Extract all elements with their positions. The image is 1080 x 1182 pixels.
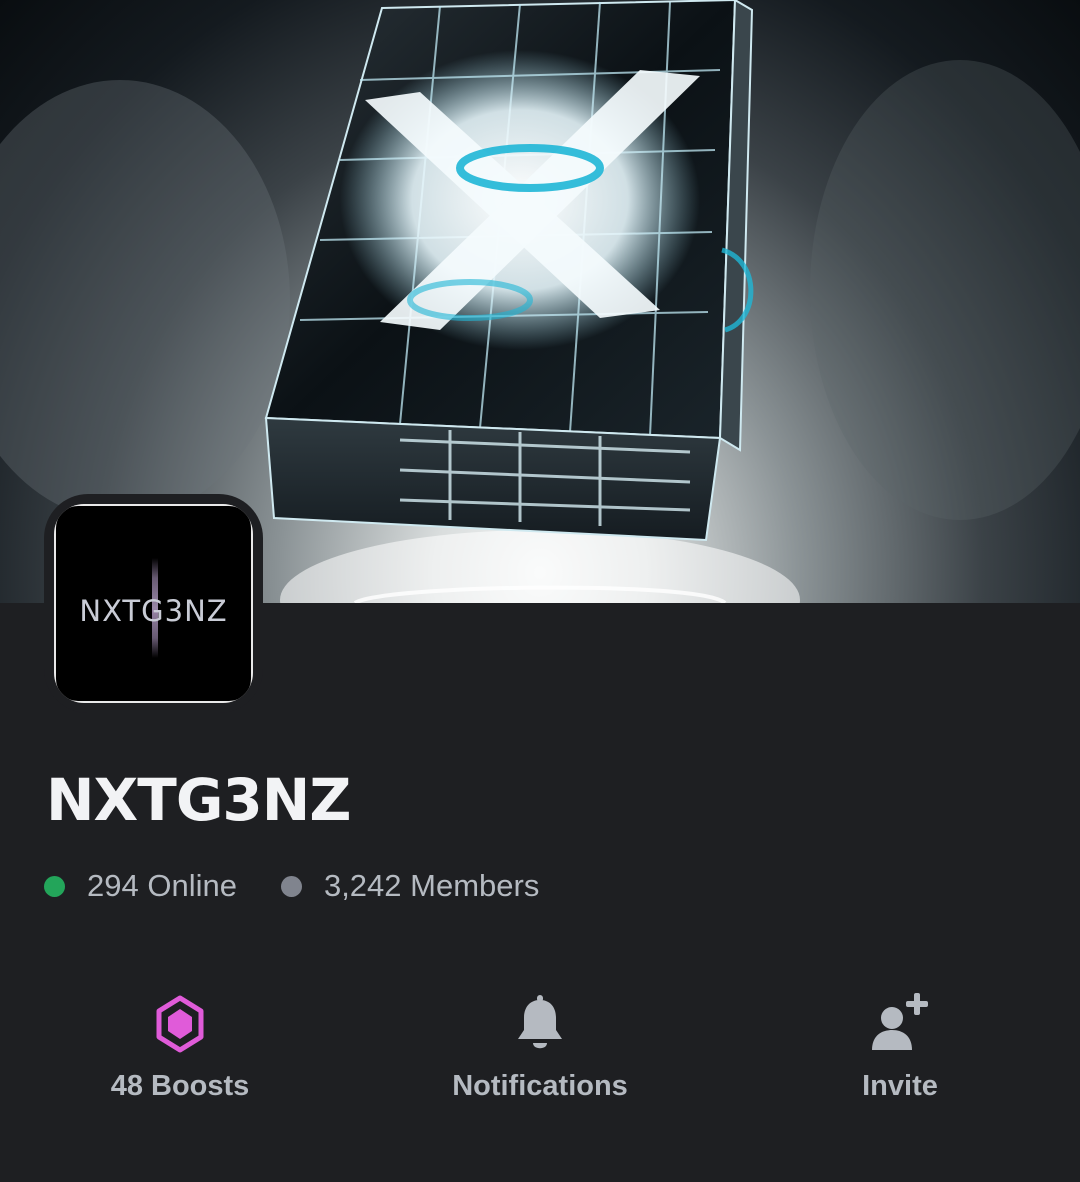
boosts-label: 48 Boosts — [110, 1070, 250, 1102]
bell-icon — [518, 995, 562, 1049]
notifications-button[interactable]: Notifications — [390, 986, 690, 1116]
boost-gem-icon — [156, 995, 204, 1053]
server-icon-background: NXTG3NZ — [56, 506, 251, 701]
server-icon-frame: NXTG3NZ — [44, 494, 263, 713]
notifications-label: Notifications — [452, 1070, 628, 1102]
member-count: 3,242 Members — [280, 868, 540, 904]
member-count-label: 3,242 Members — [323, 868, 540, 903]
server-action-bar: 48 Boosts Notifications Invite — [0, 986, 1080, 1116]
boosts-button[interactable]: 48 Boosts — [30, 986, 330, 1116]
online-count-label: 294 Online — [87, 868, 237, 903]
server-profile-sheet: NXTG3NZ NXTG3NZ 294 Online 3,242 Members… — [0, 0, 1080, 1182]
invite-label: Invite — [862, 1070, 938, 1102]
online-count: 294 Online — [44, 868, 237, 904]
invite-button[interactable]: Invite — [750, 986, 1050, 1116]
server-stats: 294 Online 3,242 Members — [44, 866, 539, 906]
server-name: NXTG3NZ — [46, 766, 351, 834]
online-status-dot — [44, 875, 65, 897]
server-icon[interactable]: NXTG3NZ — [54, 504, 253, 703]
member-status-dot — [280, 875, 302, 897]
add-user-icon — [872, 993, 928, 1050]
server-icon-logo-text: NXTG3NZ — [79, 594, 228, 628]
